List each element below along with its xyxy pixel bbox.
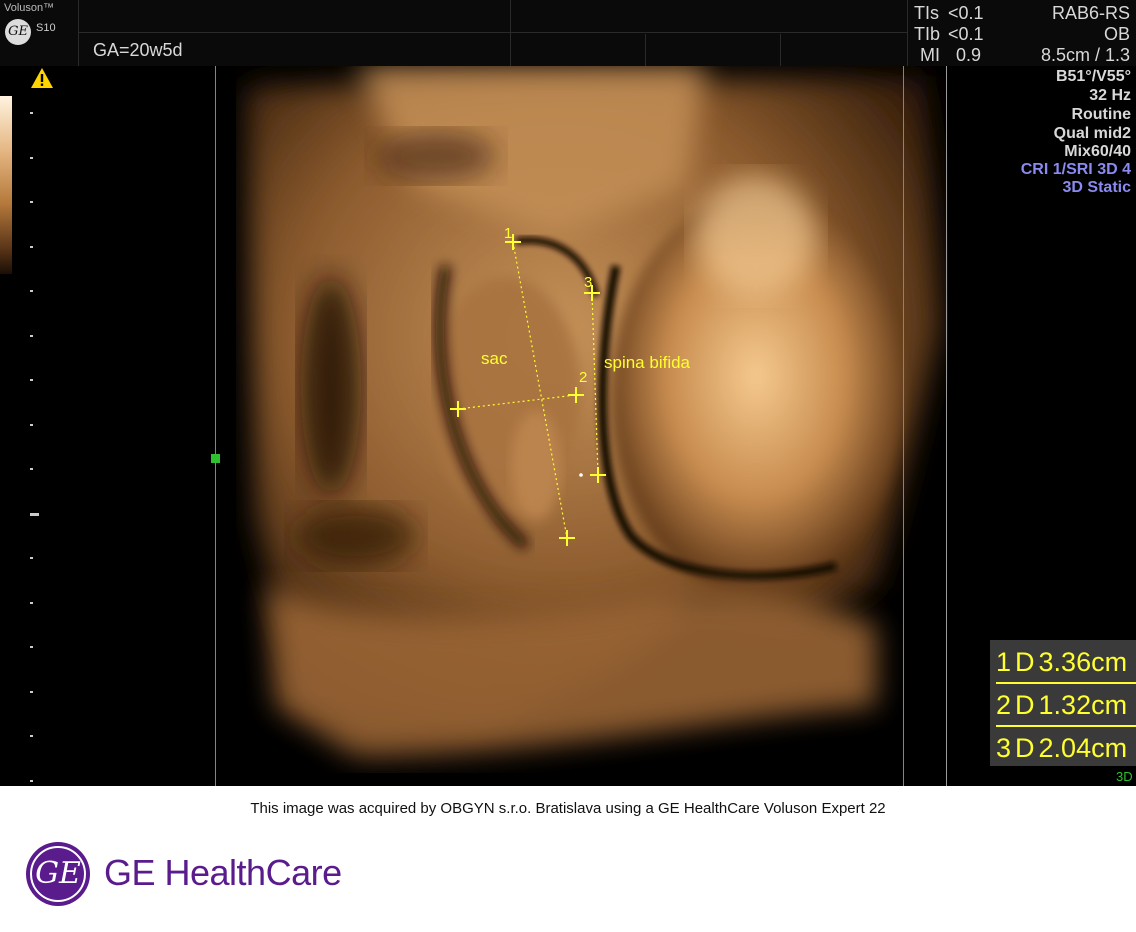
caliper-2-start-icon [450,401,466,417]
measurement-row-2: 2 D 1.32cm [996,685,1136,727]
caliper-1-label: 1 [504,225,513,242]
caliper-2-label: 2 [579,369,588,386]
ge-healthcare-logo-icon: GE [26,842,90,906]
caliper-1-end-icon [559,530,575,546]
caliper-overlay [450,234,606,546]
measurement-row-1: 1 D 3.36cm [996,642,1136,684]
caliper-2-end-icon [568,387,584,403]
distance-line-1 [512,241,568,539]
cursor-dot [579,473,583,477]
caliper-3-label: 3 [584,274,593,291]
ultrasound-screen: Voluson™ GE S10 GA=20w5d TIs <0.1 TIb <0… [0,0,1136,786]
measurement-row-3: 3 D 2.04cm [996,733,1128,763]
annotation-sac[interactable]: sac [481,349,507,369]
annotation-spina-bifida[interactable]: spina bifida [604,353,690,373]
mode-indicator: 3D [1116,769,1133,784]
company-name: GE HealthCare [104,852,342,893]
distance-line-3 [591,292,599,476]
distance-line-2 [457,394,577,410]
image-caption: This image was acquired by OBGYN s.r.o. … [250,800,886,817]
caliper-3-end-icon [590,467,606,483]
measurement-results: 1 D 3.36cm 2 D 1.32cm 3 D 2.04cm [990,640,1136,766]
